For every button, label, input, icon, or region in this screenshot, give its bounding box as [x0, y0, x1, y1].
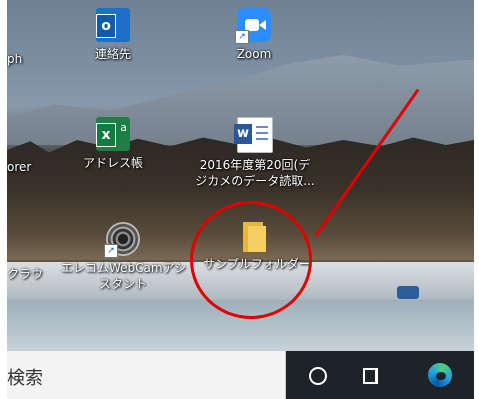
desktop-icon-word-document[interactable]: w 2016年度第20回(デ ジカメのデータ読取...	[185, 117, 325, 189]
background-boat	[397, 286, 419, 299]
icon-label-line2: ジカメのデータ読取...	[195, 174, 315, 188]
excel-icon: xa	[96, 117, 130, 151]
icon-label: Zoom	[236, 47, 272, 61]
search-placeholder: 検索	[7, 368, 43, 389]
partial-label-ph[interactable]: ph	[7, 52, 22, 66]
desktop-icon-address-book[interactable]: xa アドレス帳	[73, 117, 153, 171]
icon-label: アドレス帳	[82, 156, 143, 170]
desktop-icon-webcam-assistant[interactable]: ↗ エレコムWebCamアシ スタント	[61, 222, 187, 292]
icon-label: 連絡先	[94, 47, 131, 61]
zoom-icon: ↗	[235, 8, 271, 44]
icon-label-line1: 2016年度第20回(デ	[199, 158, 311, 172]
shortcut-arrow-icon: ↗	[235, 30, 249, 44]
left-border	[0, 0, 7, 399]
cortana-icon[interactable]	[309, 367, 327, 385]
desktop-icon-zoom[interactable]: ↗ Zoom	[209, 8, 299, 62]
partial-label-kura[interactable]: クラウ	[7, 265, 43, 282]
word-icon: w	[234, 117, 273, 153]
right-border	[474, 0, 479, 399]
icon-label-line1: エレコムWebCamアシ	[61, 261, 187, 275]
task-view-icon[interactable]	[361, 365, 381, 385]
shortcut-arrow-icon: ↗	[104, 244, 118, 258]
icon-label-line2: スタント	[98, 277, 147, 291]
annotation-circle	[190, 201, 312, 319]
outlook-icon: o	[96, 8, 130, 42]
taskbar-search-box[interactable]: 検索	[7, 351, 286, 399]
edge-icon[interactable]	[428, 363, 452, 387]
desktop-icon-contacts[interactable]: o 連絡先	[73, 8, 153, 62]
taskbar: 検索	[7, 351, 474, 399]
webcam-icon: ↗	[104, 222, 140, 258]
partial-label-orer[interactable]: orer	[7, 160, 31, 174]
